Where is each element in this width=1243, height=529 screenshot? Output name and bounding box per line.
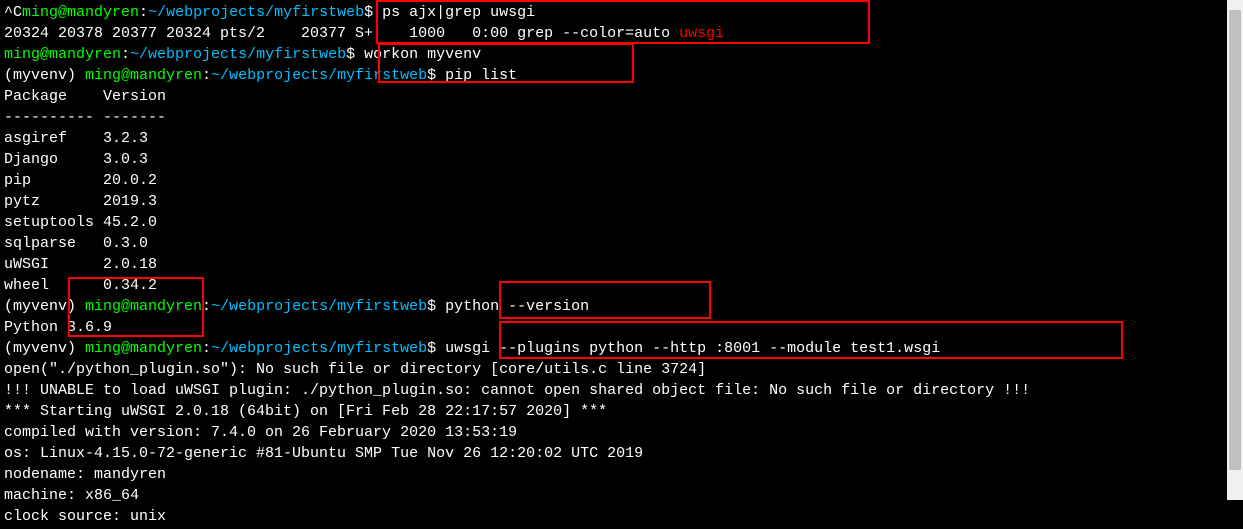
terminal-line: (myvenv) ming@mandyren:~/webprojects/myf… xyxy=(4,338,1239,359)
pip-row: Django 3.0.3 xyxy=(4,149,1239,170)
uwsgi-output: machine: x86_64 xyxy=(4,485,1239,506)
pip-row: uWSGI 2.0.18 xyxy=(4,254,1239,275)
path: ~/webprojects/myfirstweb xyxy=(211,67,427,84)
colon: : xyxy=(121,46,130,63)
user-host: ming@mandyren xyxy=(85,298,202,315)
terminal-line: ^Cming@mandyren:~/webprojects/myfirstweb… xyxy=(4,2,1239,23)
scrollbar[interactable] xyxy=(1227,0,1243,500)
venv: (myvenv) xyxy=(4,340,85,357)
command: $ python --version xyxy=(427,298,589,315)
pip-row: pip 20.0.2 xyxy=(4,170,1239,191)
terminal-line: (myvenv) ming@mandyren:~/webprojects/myf… xyxy=(4,296,1239,317)
path: ~/webprojects/myfirstweb xyxy=(211,340,427,357)
colon: : xyxy=(202,298,211,315)
user-host: ming@mandyren xyxy=(4,46,121,63)
command: $ ps ajx|grep uwsgi xyxy=(364,4,535,21)
uwsgi-output: os: Linux-4.15.0-72-generic #81-Ubuntu S… xyxy=(4,443,1239,464)
colon: : xyxy=(202,340,211,357)
uwsgi-output: *** Starting uWSGI 2.0.18 (64bit) on [Fr… xyxy=(4,401,1239,422)
scrollbar-thumb[interactable] xyxy=(1229,10,1241,470)
path: ~/webprojects/myfirstweb xyxy=(130,46,346,63)
command: $ uwsgi --plugins python --http :8001 --… xyxy=(427,340,940,357)
user-host: ming@mandyren xyxy=(85,340,202,357)
python-version: Python 3.6.9 xyxy=(4,317,1239,338)
pip-row: pytz 2019.3 xyxy=(4,191,1239,212)
venv: (myvenv) xyxy=(4,67,85,84)
pip-row: asgiref 3.2.3 xyxy=(4,128,1239,149)
colon: : xyxy=(139,4,148,21)
pip-divider: ---------- ------- xyxy=(4,107,1239,128)
command: $ workon myvenv xyxy=(346,46,481,63)
user-host: ming@mandyren xyxy=(85,67,202,84)
error-line: !!! UNABLE to load uWSGI plugin: ./pytho… xyxy=(4,380,1239,401)
error-line: open("./python_plugin.so"): No such file… xyxy=(4,359,1239,380)
ps-output: 20324 20378 20377 20324 pts/2 20377 S+ 1… xyxy=(4,25,679,42)
venv: (myvenv) xyxy=(4,298,85,315)
path: ~/webprojects/myfirstweb xyxy=(211,298,427,315)
terminal-line: 20324 20378 20377 20324 pts/2 20377 S+ 1… xyxy=(4,23,1239,44)
ctrl-c: ^C xyxy=(4,4,22,21)
uwsgi-output: clock source: unix xyxy=(4,506,1239,527)
pip-header: Package Version xyxy=(4,86,1239,107)
terminal-line: ming@mandyren:~/webprojects/myfirstweb$ … xyxy=(4,44,1239,65)
uwsgi-output: nodename: mandyren xyxy=(4,464,1239,485)
terminal-line: (myvenv) ming@mandyren:~/webprojects/myf… xyxy=(4,65,1239,86)
grep-match: uwsgi xyxy=(679,25,724,42)
path: ~/webprojects/myfirstweb xyxy=(148,4,364,21)
colon: : xyxy=(202,67,211,84)
command: $ pip list xyxy=(427,67,517,84)
pip-row: setuptools 45.2.0 xyxy=(4,212,1239,233)
pip-row: sqlparse 0.3.0 xyxy=(4,233,1239,254)
user-host: ming@mandyren xyxy=(22,4,139,21)
pip-row: wheel 0.34.2 xyxy=(4,275,1239,296)
uwsgi-output: compiled with version: 7.4.0 on 26 Febru… xyxy=(4,422,1239,443)
